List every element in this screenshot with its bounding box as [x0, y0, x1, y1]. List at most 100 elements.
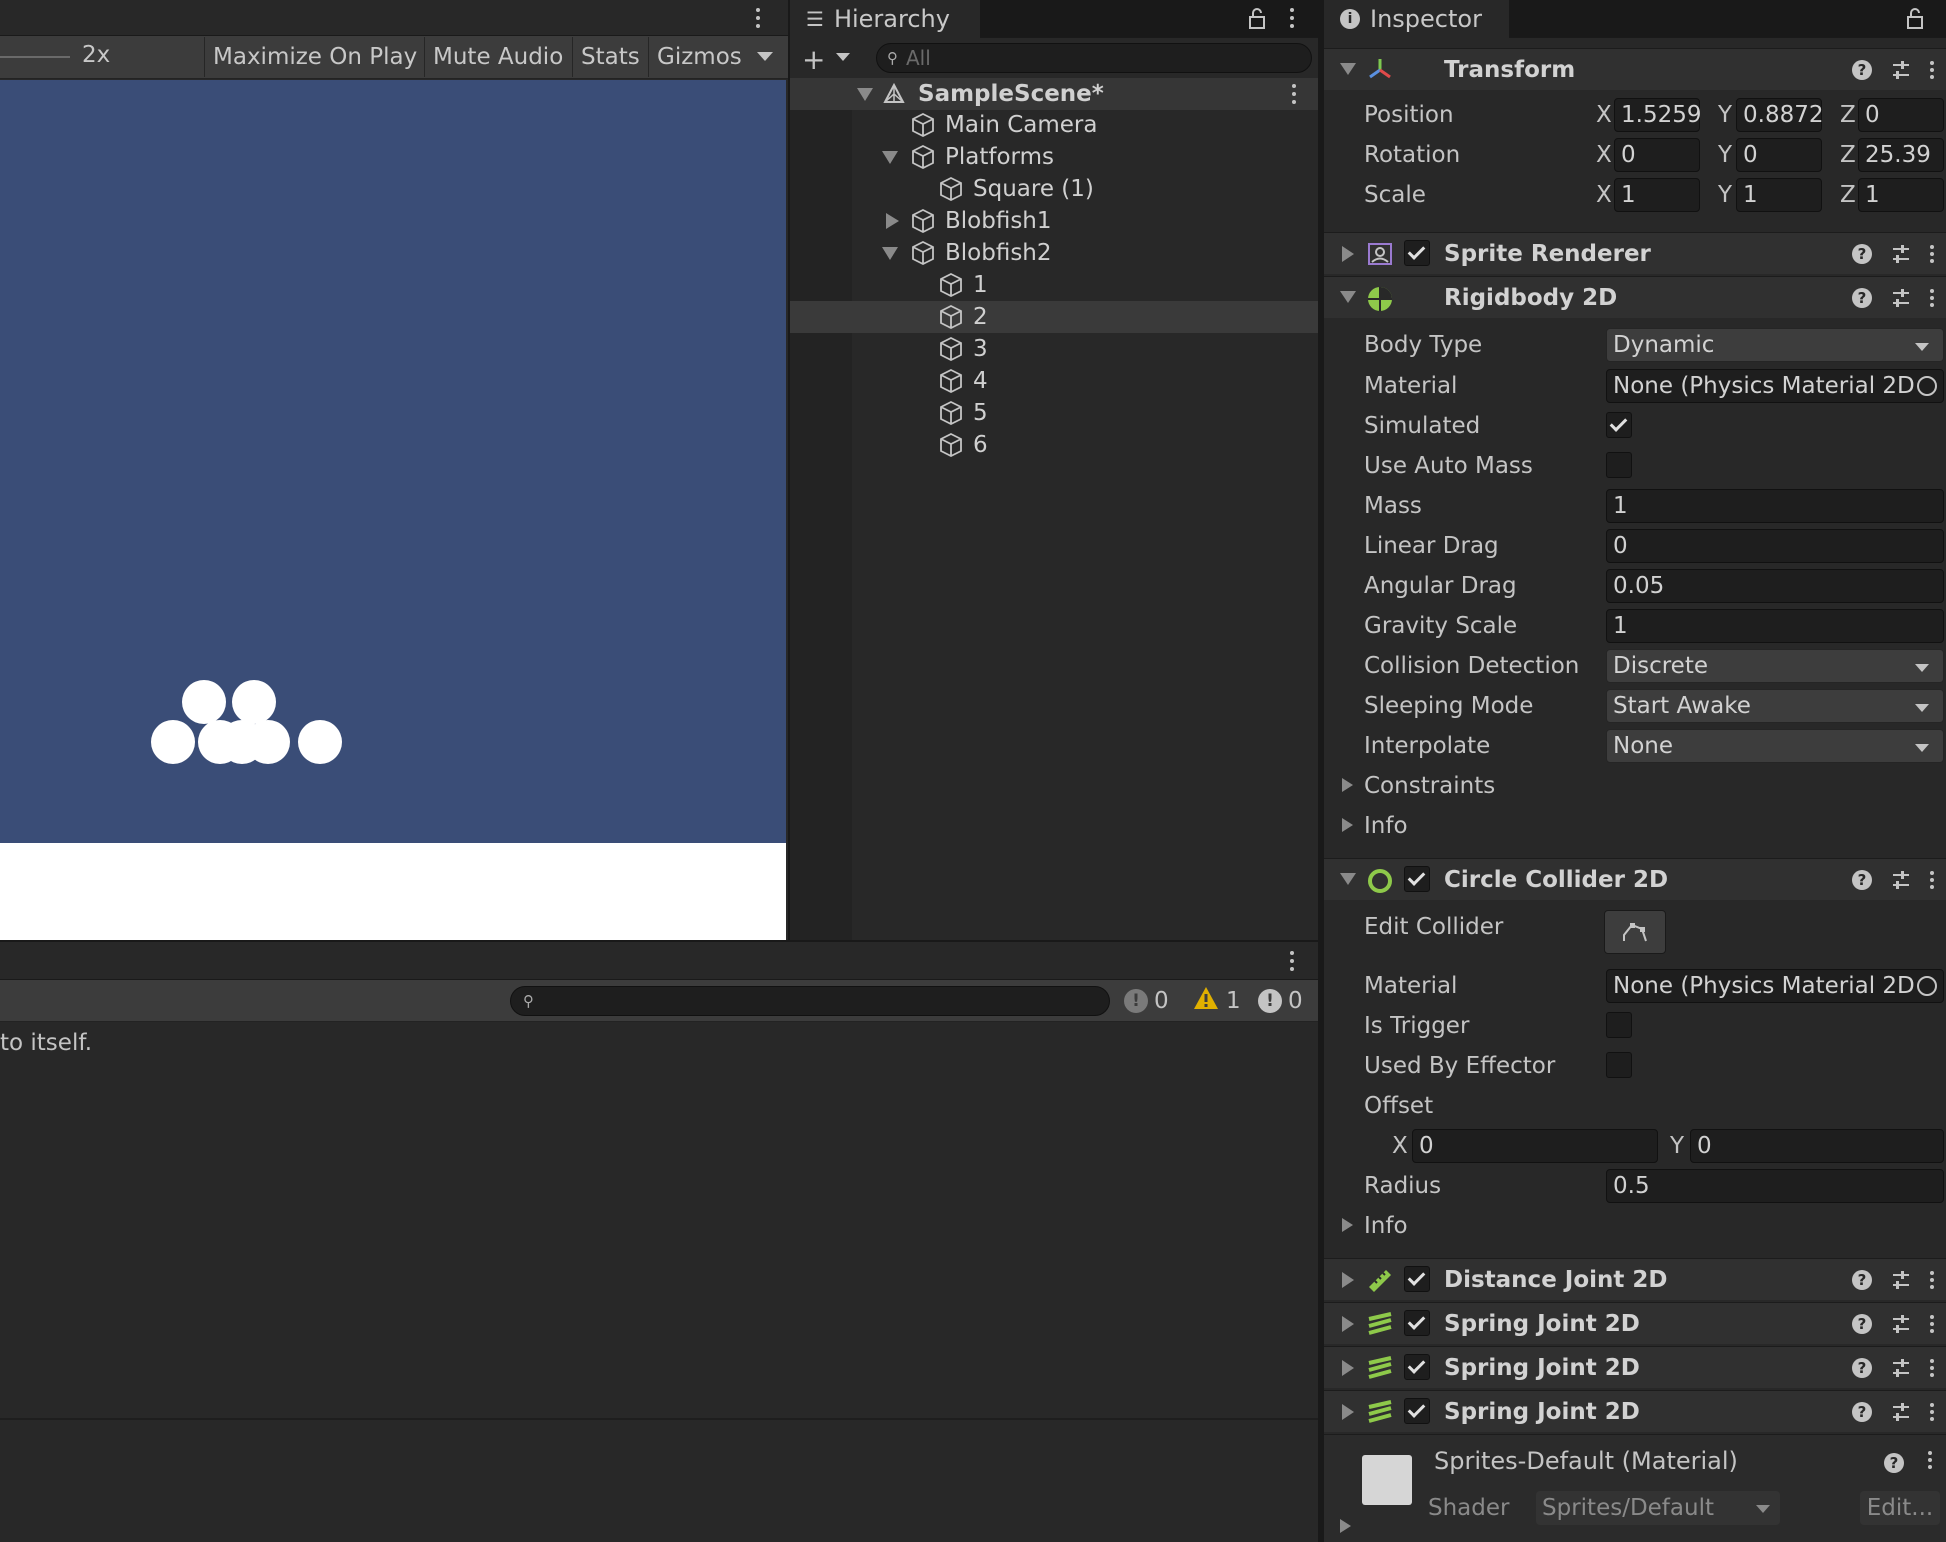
transform-header[interactable]: Transform ?: [1324, 48, 1946, 90]
collision-detection-dropdown[interactable]: Discrete: [1606, 649, 1944, 683]
offset-y-field[interactable]: 0: [1690, 1129, 1944, 1163]
hierarchy-item-main-camera[interactable]: Main Camera: [790, 109, 1318, 141]
fold-arrow-icon[interactable]: [1342, 1404, 1354, 1420]
hierarchy-item-2[interactable]: 2: [790, 301, 1318, 333]
maximize-on-play-button[interactable]: Maximize On Play: [204, 37, 425, 77]
mass-field[interactable]: 1: [1606, 489, 1944, 523]
linear-drag-field[interactable]: 0: [1606, 529, 1944, 563]
help-icon[interactable]: ?: [1852, 1401, 1872, 1422]
fold-arrow-icon[interactable]: [1342, 1360, 1354, 1376]
spring-joint-header[interactable]: Spring Joint 2D ?: [1324, 1346, 1946, 1388]
info-count-toggle[interactable]: ! 0: [1258, 984, 1303, 1018]
spring-joint-enabled-checkbox[interactable]: [1404, 1310, 1430, 1336]
hierarchy-item-square[interactable]: Square (1): [790, 173, 1318, 205]
hierarchy-item-platforms[interactable]: Platforms: [790, 141, 1318, 173]
help-icon[interactable]: ?: [1852, 287, 1872, 308]
scale-z-field[interactable]: 1: [1858, 178, 1944, 212]
hierarchy-item-6[interactable]: 6: [790, 429, 1318, 461]
component-menu-icon[interactable]: [1930, 60, 1934, 79]
spring-joint-enabled-checkbox[interactable]: [1404, 1354, 1430, 1380]
scale-x-field[interactable]: 1: [1614, 178, 1700, 212]
fold-arrow-icon[interactable]: [1340, 291, 1356, 303]
help-icon[interactable]: ?: [1852, 59, 1872, 80]
position-z-field[interactable]: 0: [1858, 98, 1944, 132]
console-search-input[interactable]: ⚲: [510, 986, 1110, 1016]
rotation-z-field[interactable]: 25.39: [1858, 138, 1944, 172]
interpolate-dropdown[interactable]: None: [1606, 729, 1944, 763]
rotation-x-field[interactable]: 0: [1614, 138, 1700, 172]
spring-joint-header[interactable]: Spring Joint 2D ?: [1324, 1302, 1946, 1344]
body-type-dropdown[interactable]: Dynamic: [1606, 328, 1944, 362]
collider-material-object-field[interactable]: None (Physics Material 2D: [1606, 969, 1944, 1003]
fold-arrow-icon[interactable]: [1340, 873, 1356, 885]
hierarchy-item-5[interactable]: 5: [790, 397, 1318, 429]
collapsed-arrow-icon[interactable]: [886, 213, 899, 229]
hierarchy-item-3[interactable]: 3: [790, 333, 1318, 365]
used-by-effector-checkbox[interactable]: [1606, 1052, 1632, 1078]
spring-joint-enabled-checkbox[interactable]: [1404, 1398, 1430, 1424]
constraints-fold-icon[interactable]: [1342, 778, 1353, 792]
component-menu-icon[interactable]: [1930, 870, 1934, 889]
scale-y-field[interactable]: 1: [1736, 178, 1822, 212]
position-x-field[interactable]: 1.5259: [1614, 98, 1701, 132]
console-divider[interactable]: [0, 1418, 1318, 1420]
component-menu-icon[interactable]: [1930, 1358, 1934, 1377]
spring-joint-header[interactable]: Spring Joint 2D ?: [1324, 1390, 1946, 1432]
distance-joint-enabled-checkbox[interactable]: [1404, 1266, 1430, 1292]
game-menu-icon[interactable]: [748, 3, 768, 33]
fold-arrow-icon[interactable]: [1342, 1272, 1354, 1288]
offset-x-field[interactable]: 0: [1412, 1129, 1658, 1163]
scale-slider[interactable]: [0, 56, 70, 58]
use-auto-mass-checkbox[interactable]: [1606, 452, 1632, 478]
info-fold-icon[interactable]: [1342, 1218, 1353, 1232]
help-icon[interactable]: ?: [1852, 243, 1872, 264]
sprite-renderer-enabled-checkbox[interactable]: [1404, 240, 1430, 266]
help-icon[interactable]: ?: [1852, 869, 1872, 890]
expand-arrow-icon[interactable]: [882, 151, 898, 164]
scene-menu-icon[interactable]: [1284, 79, 1304, 109]
is-trigger-checkbox[interactable]: [1606, 1012, 1632, 1038]
gizmos-dropdown-icon[interactable]: [757, 52, 773, 61]
hierarchy-item-1[interactable]: 1: [790, 269, 1318, 301]
help-icon[interactable]: ?: [1852, 1269, 1872, 1290]
settings-sliders-icon[interactable]: [1890, 1401, 1912, 1423]
circle-collider-enabled-checkbox[interactable]: [1404, 866, 1430, 892]
help-icon[interactable]: ?: [1852, 1357, 1872, 1378]
help-icon[interactable]: ?: [1884, 1453, 1904, 1473]
console-menu-icon[interactable]: [1282, 946, 1302, 976]
tab-inspector[interactable]: i Inspector: [1324, 0, 1509, 38]
circle-collider-header[interactable]: Circle Collider 2D ?: [1324, 858, 1946, 900]
settings-sliders-icon[interactable]: [1890, 869, 1912, 891]
info-foldout[interactable]: Info: [1364, 1213, 1408, 1239]
fold-arrow-icon[interactable]: [1342, 246, 1354, 262]
distance-joint-header[interactable]: Distance Joint 2D ?: [1324, 1258, 1946, 1300]
object-picker-icon[interactable]: [1917, 376, 1937, 396]
add-dropdown-icon[interactable]: [836, 53, 850, 61]
warning-count-toggle[interactable]: 1: [1192, 984, 1241, 1018]
material-menu-icon[interactable]: [1928, 1451, 1932, 1469]
component-menu-icon[interactable]: [1930, 1402, 1934, 1421]
console-message[interactable]: to itself.: [0, 1030, 92, 1056]
gravity-scale-field[interactable]: 1: [1606, 609, 1944, 643]
component-menu-icon[interactable]: [1930, 1314, 1934, 1333]
settings-sliders-icon[interactable]: [1890, 1269, 1912, 1291]
settings-sliders-icon[interactable]: [1890, 243, 1912, 265]
help-icon[interactable]: ?: [1852, 1313, 1872, 1334]
hierarchy-item-4[interactable]: 4: [790, 365, 1318, 397]
hierarchy-menu-icon[interactable]: [1282, 3, 1302, 33]
radius-field[interactable]: 0.5: [1606, 1169, 1944, 1203]
expand-arrow-icon[interactable]: [882, 247, 898, 260]
material-fold-icon[interactable]: [1340, 1519, 1351, 1533]
material-object-field[interactable]: None (Physics Material 2D: [1606, 369, 1944, 403]
position-y-field[interactable]: 0.8872: [1736, 98, 1823, 132]
rotation-y-field[interactable]: 0: [1736, 138, 1822, 172]
simulated-checkbox[interactable]: [1606, 412, 1632, 438]
error-count-toggle[interactable]: ! 0: [1124, 984, 1169, 1018]
shader-edit-button[interactable]: Edit...: [1860, 1491, 1940, 1525]
fold-arrow-icon[interactable]: [1342, 1316, 1354, 1332]
expand-arrow-icon[interactable]: [857, 88, 873, 101]
info-foldout[interactable]: Info: [1364, 813, 1408, 839]
mute-audio-button[interactable]: Mute Audio: [424, 37, 571, 77]
shader-dropdown[interactable]: Sprites/Default: [1536, 1491, 1780, 1525]
settings-sliders-icon[interactable]: [1890, 1357, 1912, 1379]
